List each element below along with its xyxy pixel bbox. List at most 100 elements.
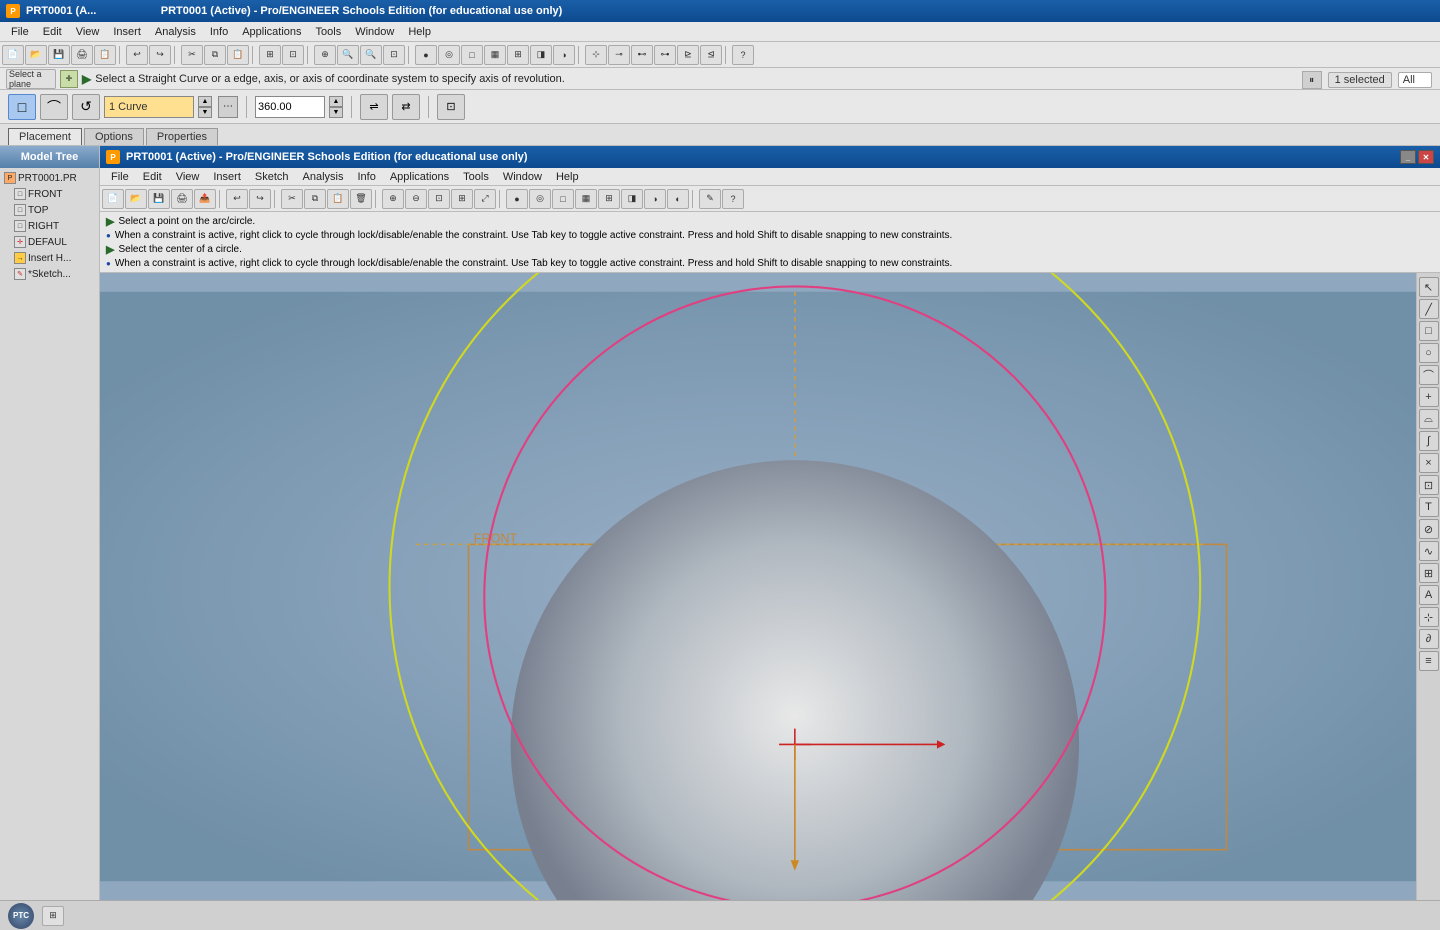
tb-render3[interactable]: □ xyxy=(461,45,483,65)
bottom-btn1[interactable]: ⊞ xyxy=(42,906,64,926)
subtab-options[interactable]: Options xyxy=(84,128,144,145)
rt-select[interactable]: ↖ xyxy=(1419,277,1439,297)
rt-point[interactable]: + xyxy=(1419,387,1439,407)
stb-render6[interactable]: ◨ xyxy=(621,189,643,209)
close-button[interactable]: ✕ xyxy=(1418,150,1434,164)
rt-offset[interactable]: ⊘ xyxy=(1419,519,1439,539)
tb-view4[interactable]: ⊡ xyxy=(383,45,405,65)
smenu-file[interactable]: File xyxy=(104,170,136,184)
tb-cut[interactable]: ✂ xyxy=(181,45,203,65)
rt-circle[interactable]: ○ xyxy=(1419,343,1439,363)
curve-options-btn[interactable]: ⋯ xyxy=(218,96,238,118)
tb-render2[interactable]: ◎ xyxy=(438,45,460,65)
tb-datum2[interactable]: ⊸ xyxy=(608,45,630,65)
sidebar-item-default[interactable]: ✛ DEFAUL xyxy=(2,234,97,250)
curve-flip-btn[interactable]: ⇌ xyxy=(360,94,388,120)
selection-filter[interactable]: All xyxy=(1398,72,1432,88)
curve-flip2-btn[interactable]: ⇄ xyxy=(392,94,420,120)
stb-sketch1[interactable]: ✎ xyxy=(699,189,721,209)
stb-open[interactable]: 📂 xyxy=(125,189,147,209)
menu-window[interactable]: Window xyxy=(348,24,401,40)
stb-redo[interactable]: ↪ xyxy=(249,189,271,209)
menu-edit[interactable]: Edit xyxy=(36,24,69,40)
stb-render7[interactable]: ◑ xyxy=(644,189,666,209)
stb-copy[interactable]: ⧉ xyxy=(304,189,326,209)
tb-new[interactable]: 📄 xyxy=(2,45,24,65)
stb-render1[interactable]: ● xyxy=(506,189,528,209)
tb-datum6[interactable]: ⊴ xyxy=(700,45,722,65)
stb-view5[interactable]: ⤢ xyxy=(474,189,496,209)
tb-print[interactable]: 🖨 xyxy=(71,45,93,65)
tb-datum1[interactable]: ⊹ xyxy=(585,45,607,65)
sidebar-item-insert[interactable]: → Insert H... xyxy=(2,250,97,266)
curve-shape-rect[interactable]: □ xyxy=(8,94,36,120)
tb-render5[interactable]: ⊞ xyxy=(507,45,529,65)
tb-view3[interactable]: 🔍 xyxy=(360,45,382,65)
smenu-sketch[interactable]: Sketch xyxy=(248,170,296,184)
subtab-properties[interactable]: Properties xyxy=(146,128,218,145)
smenu-analysis[interactable]: Analysis xyxy=(296,170,351,184)
tb-render7[interactable]: ◑ xyxy=(553,45,575,65)
select-plane-icon[interactable]: Select a plane xyxy=(6,69,56,89)
rt-conic[interactable]: ∫ xyxy=(1419,431,1439,451)
tb-datum4[interactable]: ⊶ xyxy=(654,45,676,65)
sidebar-item-top[interactable]: □ TOP xyxy=(2,202,97,218)
smenu-insert[interactable]: Insert xyxy=(206,170,248,184)
smenu-window[interactable]: Window xyxy=(496,170,549,184)
menu-help[interactable]: Help xyxy=(401,24,438,40)
curve-down-btn[interactable]: ▼ xyxy=(198,107,212,118)
stb-new[interactable]: 📄 xyxy=(102,189,124,209)
tb-view1[interactable]: ⊕ xyxy=(314,45,336,65)
stb-render2[interactable]: ◎ xyxy=(529,189,551,209)
stb-render5[interactable]: ⊞ xyxy=(598,189,620,209)
minimize-button[interactable]: _ xyxy=(1400,150,1416,164)
pause-button[interactable]: ⏸ xyxy=(1302,71,1322,89)
tb-orient[interactable]: ⊡ xyxy=(282,45,304,65)
menu-info[interactable]: Info xyxy=(203,24,235,40)
tb-datum3[interactable]: ⊷ xyxy=(631,45,653,65)
tb-render6[interactable]: ◨ xyxy=(530,45,552,65)
smenu-view[interactable]: View xyxy=(169,170,207,184)
stb-save[interactable]: 💾 xyxy=(148,189,170,209)
menu-view[interactable]: View xyxy=(69,24,107,40)
rt-more3[interactable]: ≡ xyxy=(1419,651,1439,671)
rt-text[interactable]: T xyxy=(1419,497,1439,517)
tb-datum5[interactable]: ⊵ xyxy=(677,45,699,65)
sidebar-item-front[interactable]: □ FRONT xyxy=(2,186,97,202)
stb-cut[interactable]: ✂ xyxy=(281,189,303,209)
stb-export[interactable]: 📤 xyxy=(194,189,216,209)
smenu-info[interactable]: Info xyxy=(350,170,382,184)
stb-del[interactable]: 🗑 xyxy=(350,189,372,209)
curve-up-btn[interactable]: ▲ xyxy=(198,96,212,107)
curve-end-btn[interactable]: ⊡ xyxy=(437,94,465,120)
smenu-tools[interactable]: Tools xyxy=(456,170,496,184)
rt-line[interactable]: ╱ xyxy=(1419,299,1439,319)
rt-rectangle[interactable]: □ xyxy=(1419,321,1439,341)
sidebar-item-right[interactable]: □ RIGHT xyxy=(2,218,97,234)
tb-render4[interactable]: ▦ xyxy=(484,45,506,65)
tb-open[interactable]: 📂 xyxy=(25,45,47,65)
stb-render4[interactable]: ▦ xyxy=(575,189,597,209)
rt-fillet[interactable]: ∿ xyxy=(1419,541,1439,561)
rt-dim[interactable]: A xyxy=(1419,585,1439,605)
angle-input[interactable] xyxy=(255,96,325,118)
angle-down-btn[interactable]: ▼ xyxy=(329,107,343,118)
menu-tools[interactable]: Tools xyxy=(309,24,349,40)
tb-redo[interactable]: ↪ xyxy=(149,45,171,65)
stb-print[interactable]: 🖨 xyxy=(171,189,193,209)
stb-paste[interactable]: 📋 xyxy=(327,189,349,209)
tb-view2[interactable]: 🔍 xyxy=(337,45,359,65)
rt-constraints[interactable]: ⊞ xyxy=(1419,563,1439,583)
rt-mirror[interactable]: ⊡ xyxy=(1419,475,1439,495)
tb-undo[interactable]: ↩ xyxy=(126,45,148,65)
tb-print2[interactable]: 📋 xyxy=(94,45,116,65)
sidebar-item-sketch[interactable]: ✎ *Sketch... xyxy=(2,266,97,282)
stb-sketch2[interactable]: ? xyxy=(722,189,744,209)
stb-view3[interactable]: ⊡ xyxy=(428,189,450,209)
stb-render8[interactable]: ◐ xyxy=(667,189,689,209)
tb-save[interactable]: 💾 xyxy=(48,45,70,65)
curve-shape-circle[interactable]: ↺ xyxy=(72,94,100,120)
tb-copy[interactable]: ⧉ xyxy=(204,45,226,65)
tb-paste[interactable]: 📋 xyxy=(227,45,249,65)
rt-spline[interactable]: ⌓ xyxy=(1419,409,1439,429)
